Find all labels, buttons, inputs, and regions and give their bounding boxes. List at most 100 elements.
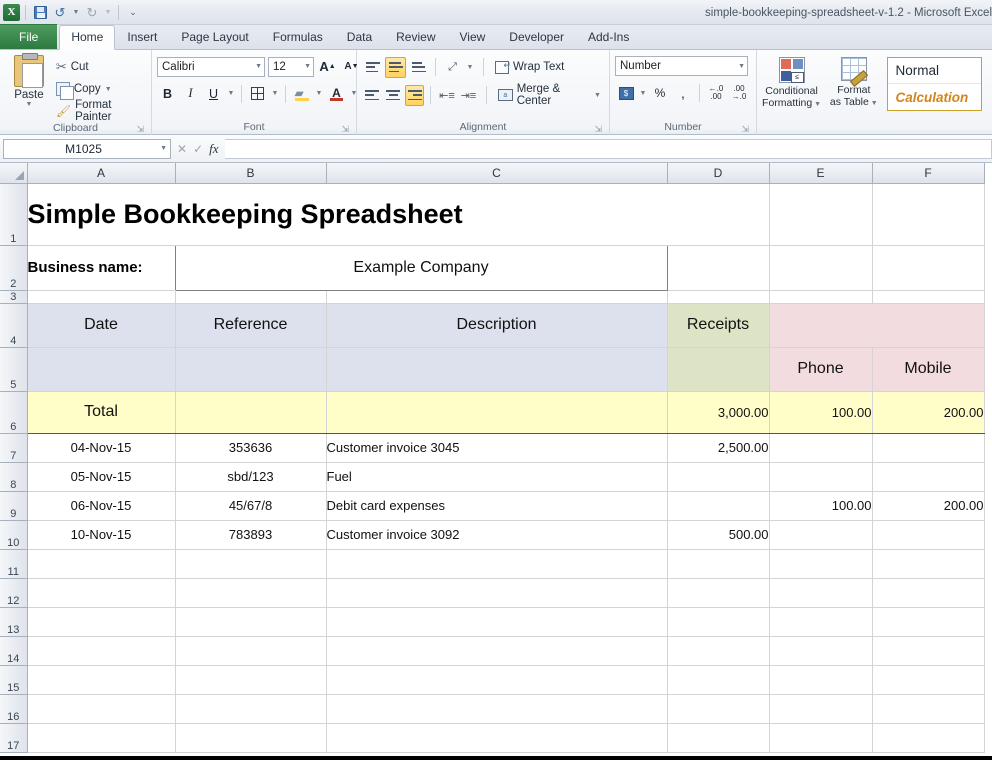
cell-c12[interactable] [326, 578, 667, 607]
cell-d3[interactable] [667, 290, 769, 303]
increase-indent-button[interactable]: ⇥≡ [459, 85, 478, 106]
cell-a3[interactable] [27, 290, 175, 303]
cell-e12[interactable] [769, 578, 872, 607]
cell-c5[interactable] [326, 347, 667, 391]
formula-input[interactable] [225, 139, 992, 159]
cell-d1[interactable] [667, 183, 769, 245]
number-format-chevron-down-icon[interactable]: ▼ [738, 63, 745, 70]
cancel-formula-icon[interactable]: ✕ [177, 142, 187, 156]
cell-e6-total-phone[interactable]: 100.00 [769, 391, 872, 433]
paste-button[interactable]: Paste ▼ [5, 53, 53, 108]
cell-e13[interactable] [769, 607, 872, 636]
merge-center-button[interactable]: a Merge & Center ▼ [495, 84, 604, 106]
cell-e2[interactable] [769, 245, 872, 290]
cell-c11[interactable] [326, 549, 667, 578]
cell-b5[interactable] [175, 347, 326, 391]
cell-c7-description[interactable]: Customer invoice 3045 [326, 433, 667, 462]
row-header-1[interactable]: 1 [0, 183, 27, 245]
borders-button[interactable] [247, 83, 268, 104]
cell-e15[interactable] [769, 665, 872, 694]
cell-c8-description[interactable]: Fuel [326, 462, 667, 491]
cell-c13[interactable] [326, 607, 667, 636]
cell-b4-header-reference[interactable]: Reference [175, 303, 326, 347]
cell-b13[interactable] [175, 607, 326, 636]
row-header-4[interactable]: 4 [0, 303, 27, 347]
row-header-12[interactable]: 12 [0, 578, 27, 607]
cell-a4-header-date[interactable]: Date [27, 303, 175, 347]
row-header-17[interactable]: 17 [0, 723, 27, 752]
decrease-indent-button[interactable]: ⇤≡ [437, 85, 456, 106]
cell-styles-gallery[interactable]: Normal Calculation [887, 57, 982, 111]
cell-d13[interactable] [667, 607, 769, 636]
cell-f1[interactable] [872, 183, 984, 245]
cell-f11[interactable] [872, 549, 984, 578]
cell-a9-date[interactable]: 06-Nov-15 [27, 491, 175, 520]
cell-c9-description[interactable]: Debit card expenses [326, 491, 667, 520]
cell-e5-header-phone[interactable]: Phone [769, 347, 872, 391]
excel-logo-icon[interactable]: X [3, 4, 20, 21]
cell-b10-reference[interactable]: 783893 [175, 520, 326, 549]
row-header-7[interactable]: 7 [0, 433, 27, 462]
cell-a5[interactable] [27, 347, 175, 391]
align-bottom-button[interactable] [408, 57, 429, 78]
cell-b17[interactable] [175, 723, 326, 752]
cell-style-calculation[interactable]: Calculation [888, 84, 981, 110]
borders-dropdown-icon[interactable]: ▼ [270, 83, 280, 104]
cell-b3[interactable] [175, 290, 326, 303]
cell-f17[interactable] [872, 723, 984, 752]
cell-a14[interactable] [27, 636, 175, 665]
column-header-e[interactable]: E [769, 163, 872, 183]
cell-a12[interactable] [27, 578, 175, 607]
cell-a11[interactable] [27, 549, 175, 578]
cell-b9-reference[interactable]: 45/67/8 [175, 491, 326, 520]
cell-style-normal[interactable]: Normal [888, 58, 981, 84]
row-header-8[interactable]: 8 [0, 462, 27, 491]
row-header-16[interactable]: 16 [0, 694, 27, 723]
cell-d12[interactable] [667, 578, 769, 607]
cell-f6-total-mobile[interactable]: 200.00 [872, 391, 984, 433]
decrease-decimal-button[interactable]: .00→.0 [728, 83, 750, 103]
font-size-chevron-down-icon[interactable]: ▼ [304, 63, 311, 70]
tab-page-layout[interactable]: Page Layout [169, 25, 260, 49]
cell-f2[interactable] [872, 245, 984, 290]
align-left-button[interactable] [362, 85, 381, 106]
accounting-dropdown-icon[interactable]: ▼ [638, 83, 648, 103]
number-dialog-launcher-icon[interactable]: ⇲ [741, 124, 749, 135]
cell-b6[interactable] [175, 391, 326, 433]
orientation-button[interactable]: ⤢ [442, 57, 463, 78]
cell-f15[interactable] [872, 665, 984, 694]
cell-e7-phone[interactable] [769, 433, 872, 462]
cell-a13[interactable] [27, 607, 175, 636]
align-top-button[interactable] [362, 57, 383, 78]
cell-f13[interactable] [872, 607, 984, 636]
copy-button[interactable]: Copy ▼ [53, 78, 146, 100]
row-header-13[interactable]: 13 [0, 607, 27, 636]
row-header-5[interactable]: 5 [0, 347, 27, 391]
tab-data[interactable]: Data [335, 25, 384, 49]
number-format-combo[interactable]: Number ▼ [615, 56, 748, 76]
row-header-9[interactable]: 9 [0, 491, 27, 520]
cell-e17[interactable] [769, 723, 872, 752]
cell-f9-mobile[interactable]: 200.00 [872, 491, 984, 520]
undo-dropdown-icon[interactable]: ▼ [71, 3, 81, 21]
cell-d4-header-receipts[interactable]: Receipts [667, 303, 769, 347]
cell-c16[interactable] [326, 694, 667, 723]
copy-dropdown-icon[interactable]: ▼ [105, 86, 112, 93]
cell-d16[interactable] [667, 694, 769, 723]
name-box[interactable]: M1025 ▼ [3, 139, 171, 159]
tab-developer[interactable]: Developer [497, 25, 576, 49]
cell-b12[interactable] [175, 578, 326, 607]
cell-c10-description[interactable]: Customer invoice 3092 [326, 520, 667, 549]
customize-qat-icon[interactable]: ⌄ [124, 3, 142, 21]
insert-function-icon[interactable]: fx [209, 141, 218, 157]
row-header-3[interactable]: 3 [0, 290, 27, 303]
cell-c4-header-description[interactable]: Description [326, 303, 667, 347]
fill-color-button[interactable]: ▰ [291, 83, 312, 104]
italic-button[interactable]: I [180, 83, 201, 104]
cell-f3[interactable] [872, 290, 984, 303]
cell-f14[interactable] [872, 636, 984, 665]
cell-d9-receipts[interactable] [667, 491, 769, 520]
cell-c6[interactable] [326, 391, 667, 433]
alignment-dialog-launcher-icon[interactable]: ⇲ [594, 124, 602, 135]
name-box-chevron-down-icon[interactable]: ▼ [160, 145, 167, 152]
